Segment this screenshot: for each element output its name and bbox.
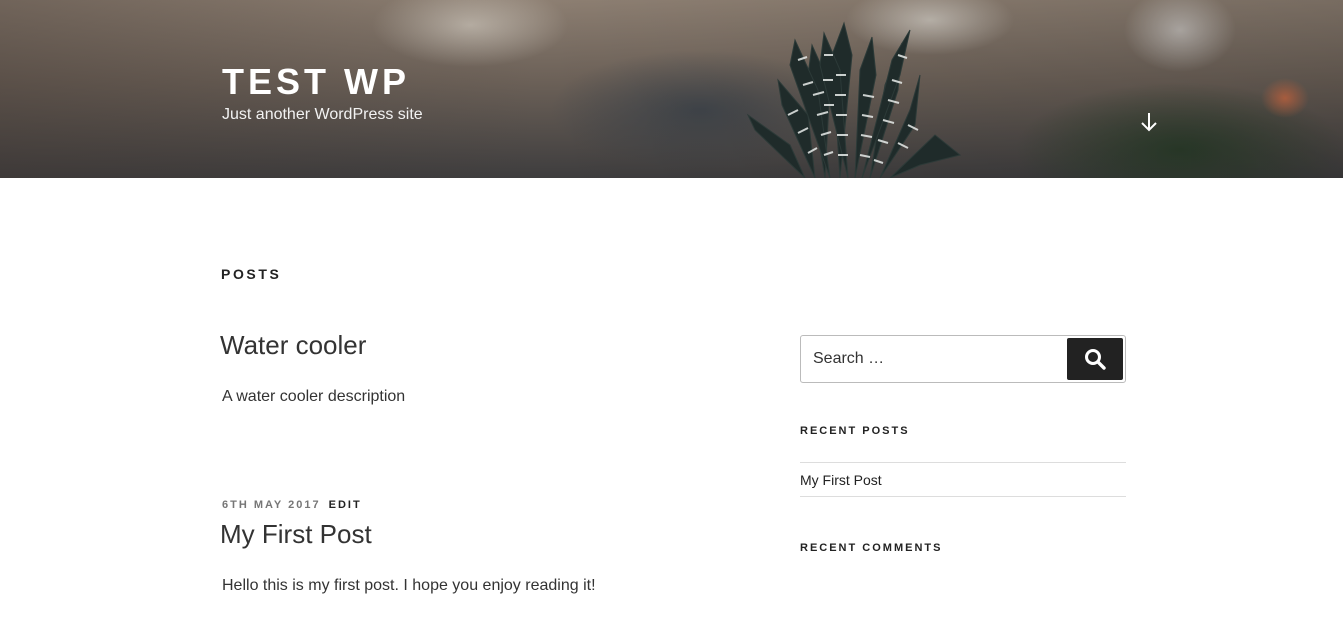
header-plant-image [746,21,962,178]
recent-comments-title: RECENT COMMENTS [800,542,943,554]
scroll-down-link[interactable] [1139,111,1159,133]
edit-post-link[interactable]: EDIT [329,499,362,511]
list-item: My First Post [800,463,1126,497]
post-title: Water cooler [220,328,366,362]
post-meta: 6TH MAY 2017 EDIT [222,499,362,511]
arrow-down-icon [1141,113,1157,132]
search-icon [1085,349,1106,370]
site-description: Just another WordPress site [222,106,423,123]
search-form [800,335,1126,383]
post-excerpt: A water cooler description [222,388,406,405]
post-date-link[interactable]: 6TH MAY 2017 [222,499,321,511]
post-title-link[interactable]: My First Post [220,519,372,549]
recent-posts-title: RECENT POSTS [800,425,910,437]
page-title: POSTS [221,266,282,282]
recent-posts-list: My First Post [800,462,1126,497]
post-excerpt: Hello this is my first post. I hope you … [222,577,596,594]
site-branding: TEST WP Just another WordPress site [222,60,423,126]
post-title-link[interactable]: Water cooler [220,330,366,360]
site-title[interactable]: TEST WP [222,60,423,104]
post-title: My First Post [220,517,372,551]
recent-post-link[interactable]: My First Post [800,472,882,488]
search-button[interactable] [1067,338,1123,380]
site-header: TEST WP Just another WordPress site [0,0,1343,178]
